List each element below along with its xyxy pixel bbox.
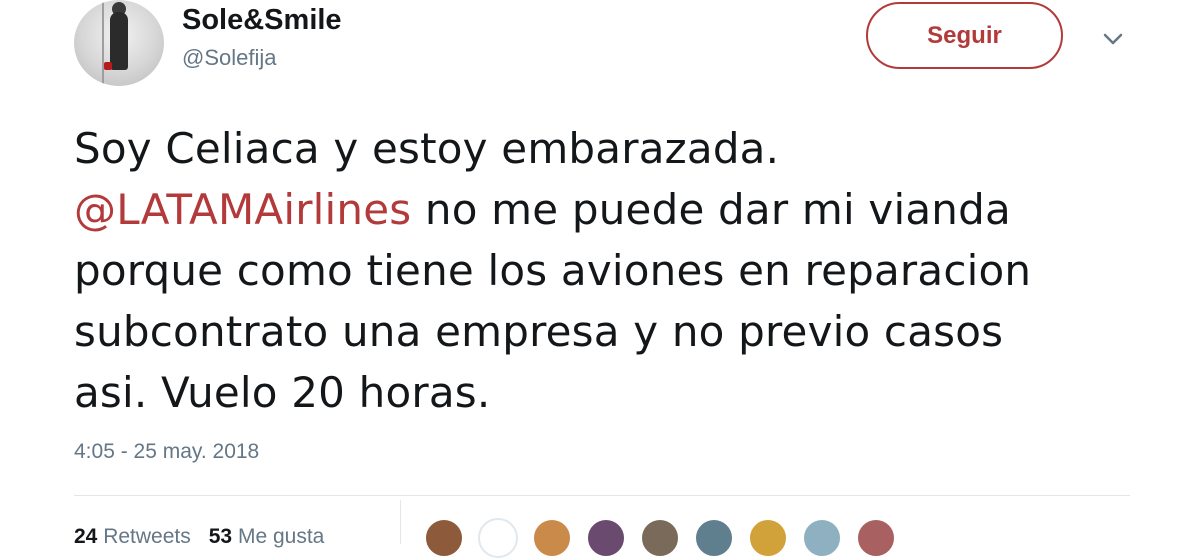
display-name[interactable]: Sole&Smile xyxy=(182,4,342,37)
retweets-label[interactable]: Retweets xyxy=(103,525,191,548)
tweet-line: asi. Vuelo 20 horas. xyxy=(74,368,491,417)
liker-avatar[interactable] xyxy=(694,518,734,558)
liker-avatar[interactable] xyxy=(586,518,626,558)
liker-avatar[interactable] xyxy=(424,518,464,558)
tweet-line: subcontrato una empresa y no previo caso… xyxy=(74,307,1004,356)
likes-count[interactable]: 53 xyxy=(209,525,232,548)
tweet-line-rest: no me puede dar mi vianda xyxy=(411,185,1011,234)
tweet-stats: 24 Retweets 53 Me gusta xyxy=(74,525,324,549)
mention-link[interactable]: @LATAMAirlines xyxy=(74,185,411,234)
liker-avatar[interactable] xyxy=(478,518,518,558)
stats-separator xyxy=(400,500,401,544)
liker-avatar[interactable] xyxy=(856,518,896,558)
liker-avatar[interactable] xyxy=(748,518,788,558)
divider xyxy=(74,495,1130,496)
liker-avatar[interactable] xyxy=(532,518,572,558)
tweet-line: Soy Celiaca y estoy embarazada. xyxy=(74,124,780,173)
likes-label[interactable]: Me gusta xyxy=(238,525,324,548)
user-handle[interactable]: @Solefija xyxy=(182,45,277,71)
chevron-down-icon[interactable] xyxy=(1100,26,1126,52)
tweet-line: porque como tiene los aviones en reparac… xyxy=(74,246,1032,295)
tweet-timestamp[interactable]: 4:05 - 25 may. 2018 xyxy=(74,440,259,464)
avatar-figure xyxy=(110,12,128,70)
avatar[interactable] xyxy=(74,0,164,86)
tweet-line: @LATAMAirlines no me puede dar mi vianda xyxy=(74,179,1154,240)
tweet-text: Soy Celiaca y estoy embarazada. @LATAMAi… xyxy=(74,118,1154,423)
retweets-count[interactable]: 24 xyxy=(74,525,97,548)
liker-avatar[interactable] xyxy=(640,518,680,558)
avatar-bag xyxy=(104,62,112,70)
avatar-pole xyxy=(102,0,104,86)
follow-button[interactable]: Seguir xyxy=(866,2,1063,69)
liker-avatar[interactable] xyxy=(802,518,842,558)
